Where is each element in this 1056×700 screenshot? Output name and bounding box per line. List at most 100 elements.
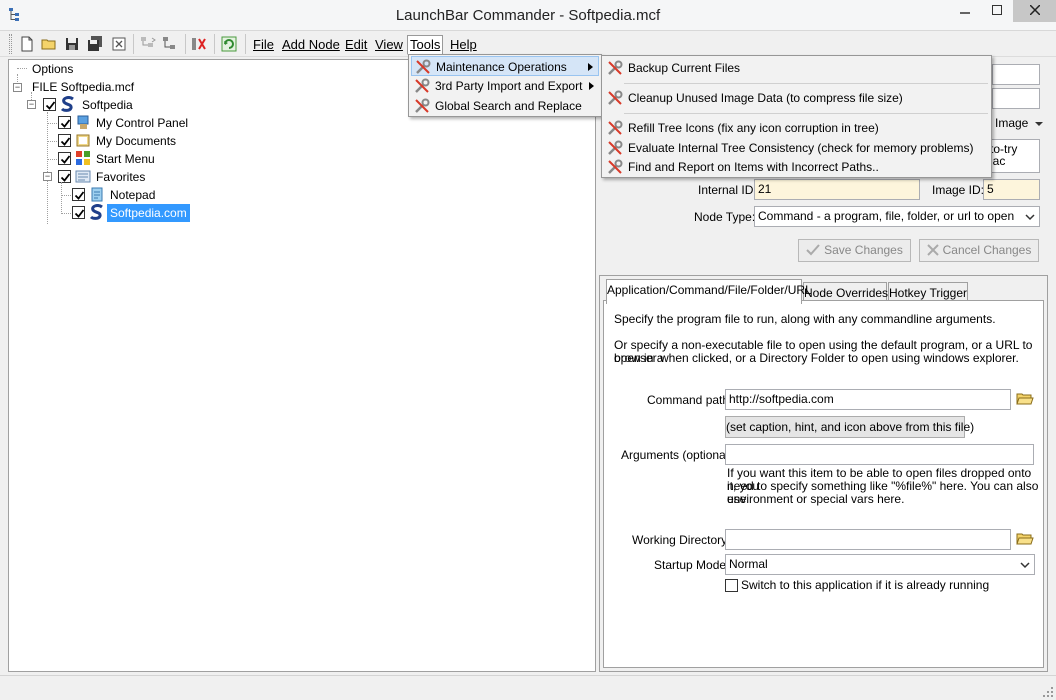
resize-grip-icon[interactable] <box>1042 686 1054 698</box>
startup-mode-select[interactable]: Normal <box>725 554 1035 575</box>
cancel-changes-label: Cancel Changes <box>942 243 1032 257</box>
browse-folder-icon[interactable] <box>1016 391 1034 407</box>
tree-item-my-documents[interactable]: My Documents <box>96 132 176 150</box>
tree-view[interactable]: Options − FILE Softpedia.mcf − Softpedia… <box>8 59 596 672</box>
tree-softpedia-node[interactable]: Softpedia <box>82 96 133 114</box>
menu-item-cleanup-unused-image-data[interactable]: Cleanup Unused Image Data (to compress f… <box>605 88 989 108</box>
browse-folder-icon[interactable] <box>1016 531 1034 547</box>
tree-item-favorites[interactable]: Favorites <box>96 168 145 186</box>
command-settings-panel: Application/Command/File/Folder/URL Node… <box>599 275 1048 672</box>
save-icon[interactable] <box>63 35 81 53</box>
tree-item-notepad[interactable]: Notepad <box>110 186 155 204</box>
menu-add-node[interactable]: Add Node <box>279 35 343 55</box>
hint-field[interactable] <box>992 88 1040 109</box>
tree-item-control-panel[interactable]: My Control Panel <box>96 114 188 132</box>
working-directory-input[interactable] <box>725 529 1011 550</box>
cut-node-icon[interactable] <box>190 35 208 53</box>
tree-item-start-menu[interactable]: Start Menu <box>96 150 155 168</box>
save-all-icon[interactable] <box>86 35 104 53</box>
menu-item-find-incorrect-paths[interactable]: Find and Report on Items with Incorrect … <box>605 157 989 177</box>
tree-expander-file[interactable]: − <box>13 83 22 92</box>
switch-to-app-checkbox[interactable] <box>725 579 738 592</box>
tree-checkbox-documents[interactable] <box>58 134 71 147</box>
toolbar-grip[interactable] <box>9 34 12 54</box>
menu-item-3rd-party-import-export[interactable]: 3rd Party Import and Export <box>411 76 599 96</box>
node-type-select[interactable]: Command - a program, file, folder, or ur… <box>754 206 1040 227</box>
close-button[interactable] <box>1013 0 1056 22</box>
tree-options-label: Options <box>32 62 74 76</box>
arguments-input[interactable] <box>725 444 1034 465</box>
menu-item-refill-tree-icons[interactable]: Refill Tree Icons (fix any icon corrupti… <box>605 118 989 138</box>
menu-item-backup-current-files[interactable]: Backup Current Files <box>605 58 989 78</box>
maintenance-submenu: Backup Current Files Cleanup Unused Imag… <box>601 55 992 178</box>
menu-item-evaluate-tree-consistency[interactable]: Evaluate Internal Tree Consistency (chec… <box>605 138 989 158</box>
maximize-button[interactable] <box>981 0 1013 22</box>
arguments-help-line-3: environment or special vars here. <box>727 492 905 506</box>
menu-item-global-search-replace[interactable]: Global Search and Replace <box>411 96 599 116</box>
menu-help-label: Help <box>450 37 477 52</box>
tree-checkbox-softpedia-com[interactable] <box>72 206 85 219</box>
toolbar-separator <box>185 34 186 54</box>
set-caption-button[interactable]: (set caption, hint, and icon above from … <box>725 416 974 438</box>
menu-item-label: Find and Report on Items with Incorrect … <box>628 160 879 174</box>
menu-item-label: Backup Current Files <box>628 61 741 75</box>
menu-separator <box>624 83 988 84</box>
menu-tools-label: Tools <box>410 37 441 52</box>
image-id-field[interactable]: 5 <box>983 179 1040 200</box>
notepad-icon <box>91 187 103 202</box>
caption-field[interactable] <box>992 64 1040 85</box>
menu-help[interactable]: Help <box>447 35 480 55</box>
tab-label: Application/Command/File/Folder/URL <box>607 283 812 297</box>
menu-tools[interactable]: Tools <box>407 35 444 55</box>
tree-checkbox-favorites[interactable] <box>58 170 71 183</box>
startup-mode-label: Startup Mode: <box>654 558 730 572</box>
tree-file-node[interactable]: FILE Softpedia.mcf <box>32 78 134 96</box>
menu-file-label: File <box>253 37 274 52</box>
tree-checkbox-start-menu[interactable] <box>58 152 71 165</box>
command-path-input[interactable]: http://softpedia.com <box>725 389 1011 410</box>
tree-options-node[interactable]: Options <box>32 60 73 78</box>
cancel-changes-button[interactable]: Cancel Changes <box>919 239 1039 262</box>
minimize-button[interactable] <box>949 0 981 22</box>
image-id-label: Image ID: <box>932 183 985 197</box>
move-node-icon[interactable] <box>139 35 157 53</box>
intro-text-2-line-2: browser when clicked, or a Directory Fol… <box>614 351 1019 365</box>
tools-wrench-icon <box>608 120 623 135</box>
menu-file[interactable]: File <box>250 35 277 55</box>
image-dropdown[interactable]: Image <box>995 116 1043 130</box>
tools-menu-dropdown: Maintenance Operations 3rd Party Import … <box>408 54 602 117</box>
arguments-label: Arguments (optional): <box>621 448 736 462</box>
save-changes-button[interactable]: Save Changes <box>798 239 911 262</box>
tree-checkbox-notepad[interactable] <box>72 188 85 201</box>
new-file-icon[interactable] <box>18 35 36 53</box>
tab-application-command[interactable]: Application/Command/File/Folder/URL <box>606 279 812 304</box>
menu-item-label: Global Search and Replace <box>435 99 582 113</box>
close-file-icon[interactable] <box>110 35 128 53</box>
image-dropdown-label: Image <box>995 116 1029 130</box>
refresh-icon[interactable] <box>220 35 238 53</box>
tree-expander-favorites[interactable]: − <box>43 172 52 181</box>
tree-expander-softpedia[interactable]: − <box>27 100 36 109</box>
switch-to-app-label: Switch to this application if it is alre… <box>741 578 990 592</box>
control-panel-icon <box>77 115 89 129</box>
menu-separator <box>624 113 988 114</box>
toolbar-separator <box>133 34 134 54</box>
menu-item-maintenance-operations[interactable]: Maintenance Operations <box>411 56 599 76</box>
tree-item-softpedia-com[interactable]: Softpedia.com <box>107 204 190 222</box>
add-child-icon[interactable] <box>161 35 179 53</box>
open-folder-icon[interactable] <box>40 35 58 53</box>
tools-wrench-icon <box>415 98 430 113</box>
command-tab-page: Specify the program file to run, along w… <box>603 300 1044 668</box>
tree-line <box>47 123 57 124</box>
tree-checkbox-softpedia[interactable] <box>43 98 56 111</box>
menu-item-label: Cleanup Unused Image Data (to compress f… <box>628 91 903 105</box>
menu-view[interactable]: View <box>372 35 406 55</box>
tree-checkbox-control-panel[interactable] <box>58 116 71 129</box>
menu-item-label: 3rd Party Import and Export <box>435 79 583 93</box>
notes-field[interactable]: to-try lac <box>986 139 1040 173</box>
internal-id-field[interactable]: 21 <box>754 179 920 200</box>
menu-edit[interactable]: Edit <box>342 35 370 55</box>
tree-item-label: Start Menu <box>96 152 155 166</box>
checkmark-icon <box>806 244 820 256</box>
startup-mode-value: Normal <box>729 557 768 571</box>
